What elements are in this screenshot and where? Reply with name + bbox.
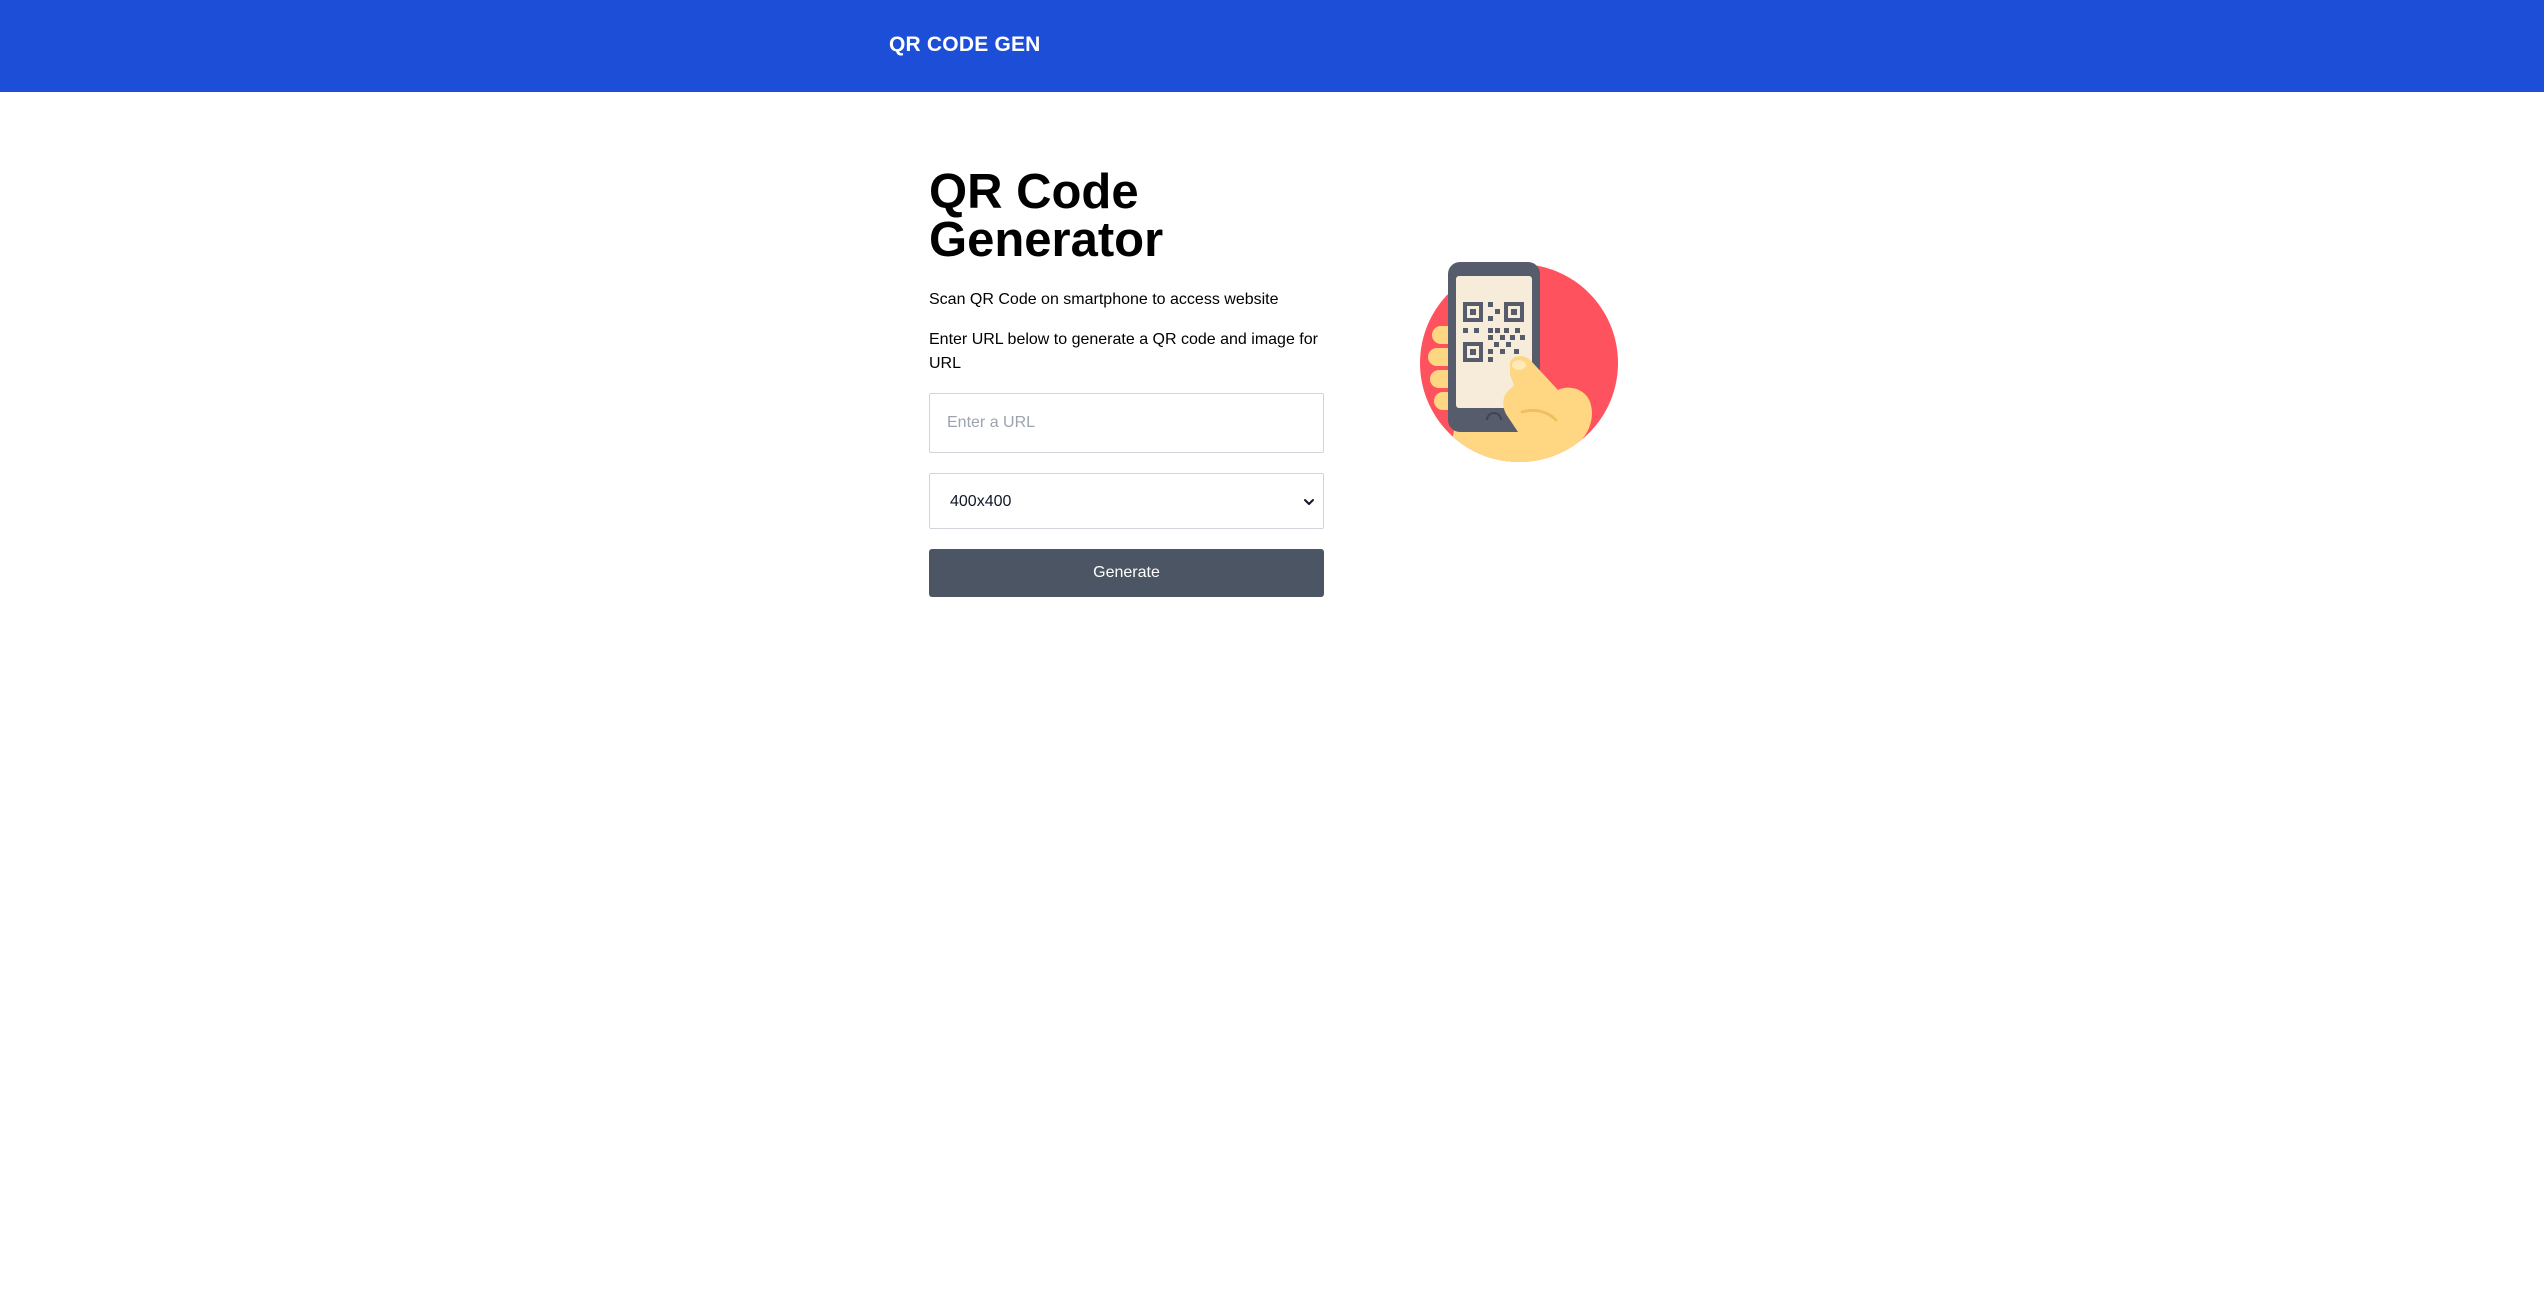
- size-select-value: 400x400: [950, 493, 1012, 510]
- page-title: QR Code Generator: [929, 165, 1324, 267]
- top-navbar: QR CODE GEN: [0, 0, 2544, 92]
- url-input[interactable]: [929, 393, 1324, 453]
- enter-url-description-line-1: Enter URL below to generate a QR code an…: [929, 331, 1318, 348]
- generate-button[interactable]: Generate: [929, 549, 1324, 597]
- enter-url-description: Enter URL below to generate a QR code an…: [929, 328, 1324, 376]
- page-title-line-1: QR Code: [929, 165, 1139, 219]
- scan-description: Scan QR Code on smartphone to access web…: [929, 291, 1279, 308]
- chevron-down-icon: [1301, 492, 1317, 512]
- page-title-line-2: Generator: [929, 213, 1164, 267]
- generator-form-section: QR Code Generator Scan QR Code on smartp…: [929, 168, 1324, 597]
- size-select[interactable]: 400x400: [929, 473, 1324, 529]
- qr-scan-phone-illustration: [1418, 262, 1620, 464]
- enter-url-description-line-2: URL: [929, 355, 962, 372]
- brand-logo-text[interactable]: QR CODE GEN: [889, 33, 1041, 57]
